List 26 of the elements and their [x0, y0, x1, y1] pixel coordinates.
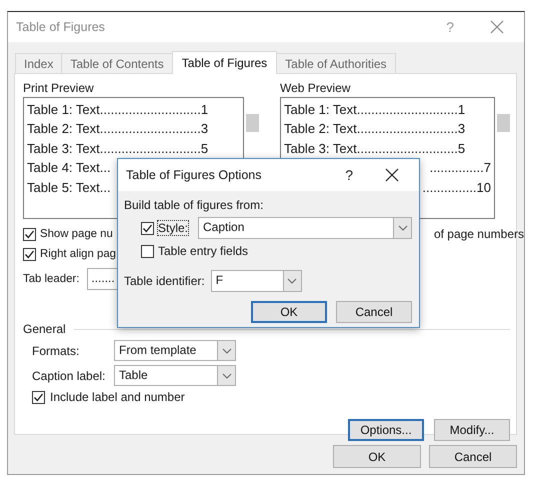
print-preview-label: Print Preview — [23, 80, 95, 97]
preview-entry: Table 1: Text............................1 — [27, 101, 208, 119]
preview-entry: Table 5: Text... — [27, 178, 111, 197]
checkbox-label: Right align pag — [40, 248, 116, 260]
preview-entry: Table 2: Text............................3 — [284, 120, 466, 138]
section-heading: General — [23, 322, 66, 336]
checkbox-label: Show page nu — [40, 228, 113, 240]
preview-entry: Table 4: Text... — [27, 159, 111, 178]
preview-entry: ...............7 — [430, 159, 491, 178]
formats-label: Formats: — [32, 344, 80, 358]
table-identifier-label: Table identifier: — [124, 274, 205, 288]
web-preview-label: Web Preview — [280, 80, 352, 97]
dialog-title: Table of Figures Options — [126, 168, 262, 182]
window-title: Table of Figures — [16, 20, 106, 34]
group-label: Build table of figures from: — [124, 197, 264, 213]
preview-entry: ...............10 — [422, 178, 491, 197]
tab-leader-label: Tab leader: — [23, 273, 80, 285]
checkbox-label: Table entry fields — [158, 244, 248, 258]
preview-entry: Table 3: Text............................5 — [284, 140, 466, 158]
checkbox-label: of page numbers — [434, 226, 524, 243]
caption-label-label: Caption label: — [32, 368, 106, 382]
checkbox-label: Style: — [158, 221, 188, 235]
preview-entry: Table 2: Text............................3 — [27, 120, 208, 138]
preview-entry: Table 3: Text............................5 — [27, 140, 208, 158]
preview-entry: Table 1: Text............................1 — [284, 101, 466, 119]
checkbox-label: Include label and number — [50, 390, 185, 404]
